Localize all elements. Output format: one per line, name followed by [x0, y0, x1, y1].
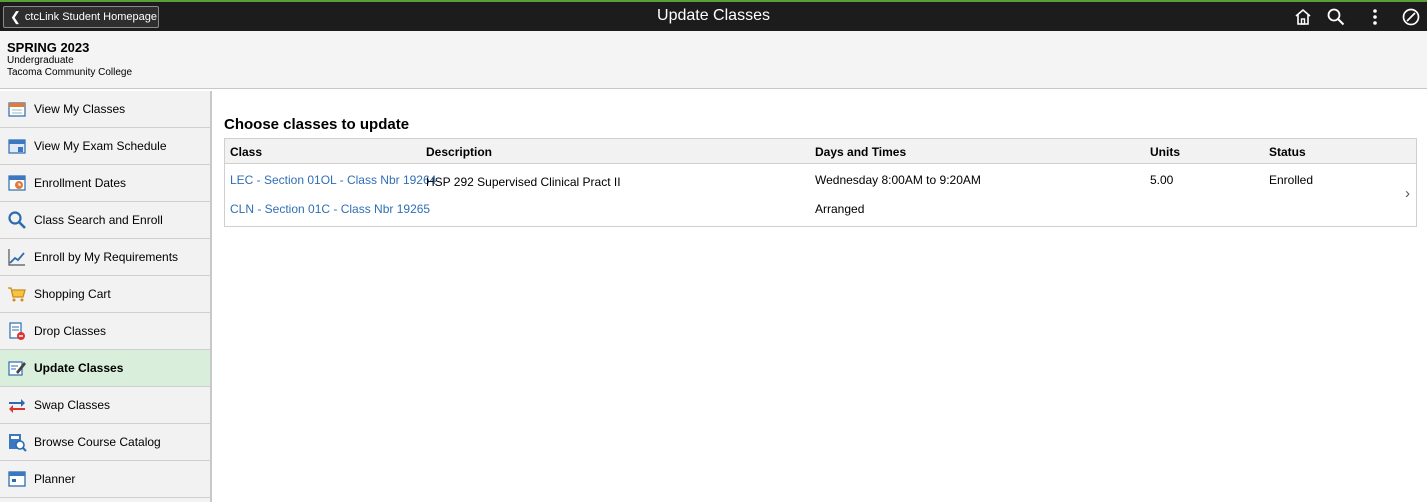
- sidebar-item-class-search-and-enroll[interactable]: Class Search and Enroll: [0, 202, 210, 239]
- sidebar-item-planner[interactable]: Planner: [0, 461, 210, 498]
- class-days-times: Wednesday 8:00AM to 9:20AM: [815, 173, 981, 187]
- more-options-icon[interactable]: [1365, 7, 1385, 27]
- home-icon[interactable]: [1293, 7, 1313, 27]
- sidebar-item-label: Planner: [34, 472, 76, 486]
- chevron-right-icon[interactable]: ›: [1405, 185, 1410, 202]
- sidebar-item-label: Drop Classes: [34, 324, 107, 338]
- exam-calendar-icon: [8, 139, 26, 154]
- sidebar-item-swap-classes[interactable]: Swap Classes: [0, 387, 210, 424]
- sidebar-item-enrollment-dates[interactable]: Enrollment Dates: [0, 165, 210, 202]
- chart-line-icon: [8, 249, 25, 266]
- term-career: Undergraduate: [7, 55, 74, 66]
- sidebar-item-label: Enrollment Dates: [34, 176, 127, 190]
- classes-grid: Class Description Days and Times Units S…: [224, 138, 1417, 227]
- calendar-icon: [8, 102, 26, 117]
- table-row[interactable]: LEC - Section 01OL - Class Nbr 19264 CLN…: [225, 164, 1416, 226]
- sidebar: View My Classes View My Exam Schedule En…: [0, 91, 212, 502]
- sidebar-item-view-my-exam-schedule[interactable]: View My Exam Schedule: [0, 128, 210, 165]
- sidebar-item-drop-classes[interactable]: Drop Classes: [0, 313, 210, 350]
- sidebar-item-label: Shopping Cart: [34, 287, 111, 301]
- column-header-days-and-times: Days and Times: [815, 145, 907, 159]
- top-banner: ❮ ctcLink Student Homepage Update Classe…: [0, 0, 1427, 31]
- sidebar-item-label: Enroll by My Requirements: [34, 250, 179, 264]
- search-icon: [8, 211, 26, 229]
- sidebar-item-label: View My Exam Schedule: [34, 139, 167, 153]
- term-name: SPRING 2023: [7, 40, 90, 55]
- class-days-times-arranged: Arranged: [815, 202, 865, 216]
- sidebar-item-label: Swap Classes: [34, 398, 111, 412]
- sidebar-item-shopping-cart[interactable]: Shopping Cart: [0, 276, 210, 313]
- column-header-class: Class: [230, 145, 263, 159]
- column-header-status: Status: [1269, 145, 1306, 159]
- page-title: Update Classes: [657, 7, 770, 24]
- sidebar-item-update-classes[interactable]: Update Classes: [0, 350, 210, 387]
- edit-icon: [8, 361, 26, 376]
- sidebar-item-label: Update Classes: [34, 361, 124, 375]
- navbar-icon[interactable]: [1401, 7, 1421, 27]
- class-link-lec[interactable]: LEC - Section 01OL - Class Nbr 19264: [230, 173, 436, 187]
- class-status: Enrolled: [1269, 173, 1314, 187]
- catalog-icon: [9, 434, 27, 452]
- term-institution: Tacoma Community College: [7, 67, 133, 78]
- cart-icon: [8, 287, 26, 302]
- column-header-units: Units: [1150, 145, 1180, 159]
- drop-icon: [9, 322, 25, 340]
- sidebar-item-enroll-by-my-requirements[interactable]: Enroll by My Requirements: [0, 239, 210, 276]
- class-description: HSP 292 Supervised Clinical Pract II: [426, 175, 621, 189]
- swap-icon: [9, 399, 25, 413]
- term-info: SPRING 2023 Undergraduate Tacoma Communi…: [0, 31, 1427, 89]
- clock-calendar-icon: [8, 175, 26, 191]
- sidebar-item-label: Class Search and Enroll: [34, 213, 163, 227]
- planner-icon: [8, 471, 26, 487]
- grid-header: Class Description Days and Times Units S…: [225, 139, 1416, 164]
- class-units: 5.00: [1150, 173, 1174, 187]
- main-content: Choose classes to update Class Descripti…: [224, 91, 1418, 227]
- sidebar-item-view-my-classes[interactable]: View My Classes: [0, 91, 210, 128]
- section-title: Choose classes to update: [224, 116, 410, 133]
- sidebar-item-label: View My Classes: [34, 102, 126, 116]
- sidebar-item-label: Browse Course Catalog: [34, 435, 161, 449]
- class-link-cln[interactable]: CLN - Section 01C - Class Nbr 19265: [230, 202, 430, 216]
- sidebar-item-browse-course-catalog[interactable]: Browse Course Catalog: [0, 424, 210, 461]
- search-icon[interactable]: [1326, 7, 1346, 27]
- column-header-description: Description: [426, 145, 493, 159]
